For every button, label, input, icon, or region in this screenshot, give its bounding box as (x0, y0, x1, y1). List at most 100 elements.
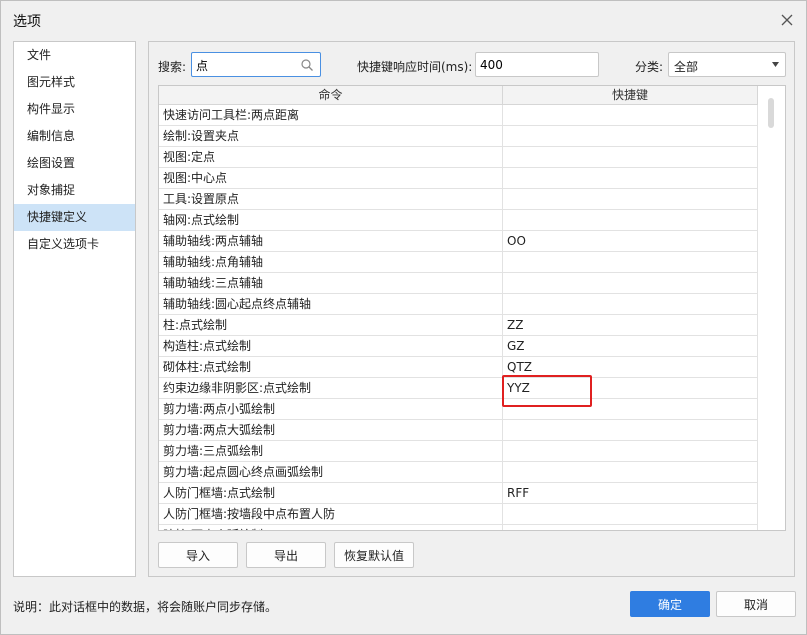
shortcut-cell[interactable] (503, 441, 758, 461)
ok-button[interactable]: 确定 (630, 591, 710, 617)
table-row[interactable]: 辅助轴线:三点辅轴 (159, 273, 785, 294)
table-row[interactable]: 视图:中心点 (159, 168, 785, 189)
command-cell: 剪力墙:三点弧绘制 (159, 441, 503, 461)
table-row[interactable]: 辅助轴线:圆心起点终点辅轴 (159, 294, 785, 315)
command-cell: 辅助轴线:点角辅轴 (159, 252, 503, 272)
table-header: 命令 快捷键 (159, 86, 785, 105)
command-cell: 剪力墙:两点小弧绘制 (159, 399, 503, 419)
table-row[interactable]: 快速访问工具栏:两点距离 (159, 105, 785, 126)
chevron-down-icon (772, 62, 779, 67)
command-cell: 构造柱:点式绘制 (159, 336, 503, 356)
sidebar: 文件 图元样式 构件显示 编制信息 绘图设置 对象捕捉 快捷键定义 自定义选项卡 (13, 41, 136, 577)
search-field[interactable] (191, 52, 321, 77)
shortcut-cell[interactable] (503, 126, 758, 146)
shortcut-cell[interactable] (503, 525, 758, 530)
shortcut-cell[interactable] (503, 420, 758, 440)
table-row[interactable]: 剪力墙:起点圆心终点画弧绘制 (159, 462, 785, 483)
table-row[interactable]: 砌体柱:点式绘制 QTZ (159, 357, 785, 378)
shortcut-cell[interactable] (503, 273, 758, 293)
title-bar: 选项 (1, 1, 806, 39)
table-row[interactable]: 剪力墙:两点小弧绘制 (159, 399, 785, 420)
vertical-scrollbar[interactable] (758, 86, 785, 530)
close-icon (781, 14, 793, 26)
sidebar-item-object-snap[interactable]: 对象捕捉 (14, 177, 135, 204)
table-row[interactable]: 工具:设置原点 (159, 189, 785, 210)
shortcut-cell[interactable] (503, 210, 758, 230)
sidebar-item-custom-tab[interactable]: 自定义选项卡 (14, 231, 135, 258)
shortcut-cell[interactable]: QTZ (503, 357, 758, 377)
shortcut-cell[interactable] (503, 168, 758, 188)
shortcut-cell[interactable] (503, 399, 758, 419)
shortcut-cell[interactable] (503, 105, 758, 125)
command-cell: 快速访问工具栏:两点距离 (159, 105, 503, 125)
table-row[interactable]: 人防门框墙:按墙段中点布置人防 (159, 504, 785, 525)
shortcut-cell[interactable]: GZ (503, 336, 758, 356)
response-time-field[interactable] (475, 52, 599, 77)
category-select[interactable]: 全部 (668, 52, 786, 77)
table-row[interactable]: 构造柱:点式绘制 GZ (159, 336, 785, 357)
table-row[interactable]: 柱:点式绘制 ZZ (159, 315, 785, 336)
command-cell: 视图:中心点 (159, 168, 503, 188)
command-cell: 柱:点式绘制 (159, 315, 503, 335)
response-time-label: 快捷键响应时间(ms): (357, 60, 473, 74)
table-row[interactable]: 暗柱:两点小弧绘制 (159, 525, 785, 530)
dialog-title: 选项 (13, 14, 41, 30)
category-value: 全部 (674, 60, 699, 74)
export-button[interactable]: 导出 (246, 542, 326, 568)
command-cell: 人防门框墙:按墙段中点布置人防 (159, 504, 503, 524)
shortcut-cell[interactable] (503, 294, 758, 314)
command-cell: 砌体柱:点式绘制 (159, 357, 503, 377)
category-label: 分类: (635, 60, 664, 74)
table-row[interactable]: 轴网:点式绘制 (159, 210, 785, 231)
table-row[interactable]: 视图:定点 (159, 147, 785, 168)
table-row[interactable]: 剪力墙:两点大弧绘制 (159, 420, 785, 441)
shortcut-cell[interactable]: OO (503, 231, 758, 251)
table-body: 快速访问工具栏:两点距离 绘制:设置夹点 视图:定点 视图:中心点 工具:设置原… (159, 105, 785, 530)
shortcut-cell[interactable]: YYZ (503, 378, 758, 398)
table-row[interactable]: 辅助轴线:两点辅轴 OO (159, 231, 785, 252)
column-header-command[interactable]: 命令 (159, 86, 503, 105)
scrollbar-thumb[interactable] (768, 98, 774, 128)
command-cell: 人防门框墙:点式绘制 (159, 483, 503, 503)
search-input[interactable] (196, 56, 296, 74)
sidebar-item-shortcut-definition[interactable]: 快捷键定义 (14, 204, 135, 231)
table-row[interactable]: 人防门框墙:点式绘制 RFF (159, 483, 785, 504)
shortcut-cell[interactable]: RFF (503, 483, 758, 503)
column-header-shortcut[interactable]: 快捷键 (503, 86, 758, 105)
shortcut-cell[interactable] (503, 189, 758, 209)
command-cell: 辅助轴线:圆心起点终点辅轴 (159, 294, 503, 314)
table-row[interactable]: 剪力墙:三点弧绘制 (159, 441, 785, 462)
command-cell: 剪力墙:两点大弧绘制 (159, 420, 503, 440)
shortcut-table: 命令 快捷键 快速访问工具栏:两点距离 绘制:设置夹点 视图:定点 视图:中心点 (158, 85, 786, 531)
search-icon (301, 59, 313, 71)
sidebar-item-component-display[interactable]: 构件显示 (14, 96, 135, 123)
command-cell: 工具:设置原点 (159, 189, 503, 209)
shortcut-cell[interactable] (503, 504, 758, 524)
sidebar-item-compile-info[interactable]: 编制信息 (14, 123, 135, 150)
command-cell: 约束边缘非阴影区:点式绘制 (159, 378, 503, 398)
footer-note: 说明：此对话框中的数据，将会随账户同步存储。 (13, 600, 278, 614)
import-button[interactable]: 导入 (158, 542, 238, 568)
table-row[interactable]: 绘制:设置夹点 (159, 126, 785, 147)
response-time-input[interactable] (480, 56, 590, 74)
sidebar-item-file[interactable]: 文件 (14, 42, 135, 69)
command-cell: 轴网:点式绘制 (159, 210, 503, 230)
sidebar-item-element-style[interactable]: 图元样式 (14, 69, 135, 96)
sidebar-item-drawing-settings[interactable]: 绘图设置 (14, 150, 135, 177)
table-row[interactable]: 约束边缘非阴影区:点式绘制 YYZ (159, 378, 785, 399)
cancel-button[interactable]: 取消 (716, 591, 796, 617)
close-button[interactable] (776, 9, 798, 31)
command-cell: 视图:定点 (159, 147, 503, 167)
command-cell: 辅助轴线:两点辅轴 (159, 231, 503, 251)
shortcut-cell[interactable] (503, 252, 758, 272)
shortcut-panel: 搜索: 快捷键响应时间(ms): 分类: 全部 命令 快捷键 (148, 41, 795, 577)
restore-defaults-button[interactable]: 恢复默认值 (334, 542, 414, 568)
search-label: 搜索: (158, 60, 187, 74)
command-cell: 暗柱:两点小弧绘制 (159, 525, 503, 530)
shortcut-cell[interactable] (503, 147, 758, 167)
command-cell: 绘制:设置夹点 (159, 126, 503, 146)
command-cell: 辅助轴线:三点辅轴 (159, 273, 503, 293)
table-row[interactable]: 辅助轴线:点角辅轴 (159, 252, 785, 273)
shortcut-cell[interactable] (503, 462, 758, 482)
shortcut-cell[interactable]: ZZ (503, 315, 758, 335)
